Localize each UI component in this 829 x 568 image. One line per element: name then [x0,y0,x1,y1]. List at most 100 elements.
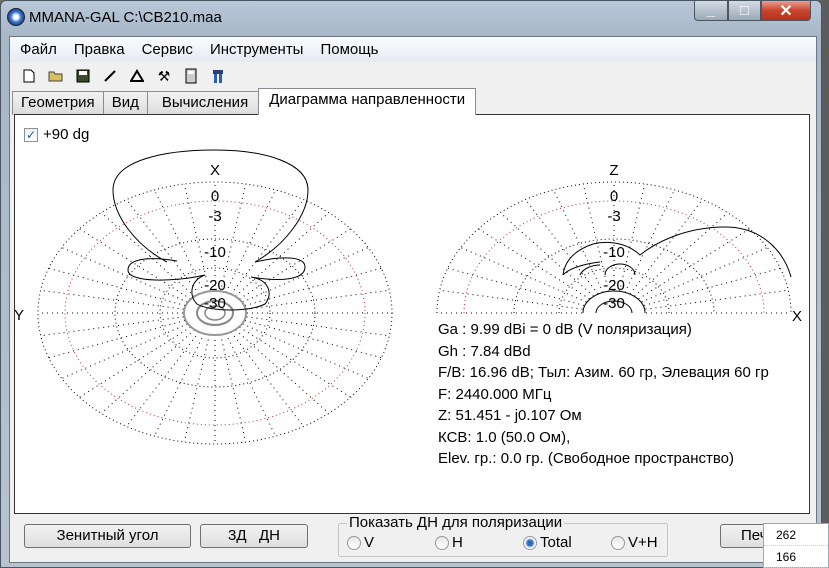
grid-radial-line [48,320,186,359]
grid-radial-line [582,183,609,292]
minimize-button[interactable]: _ [694,1,728,21]
grid-radial-line [230,331,304,427]
toolbar: ⚒ [10,64,227,88]
info-elevation: Elev. гр.: 0.0 гр. (Свободное пространст… [438,450,735,467]
grid-radial-line [61,247,188,303]
radio-total[interactable]: Total [523,534,572,551]
tab-view[interactable]: Вид [102,91,148,115]
grid-radial-line [499,212,594,297]
close-button[interactable]: ✕ [761,1,811,21]
axis-label-top: Z [609,162,618,179]
client-area: Файл Правка Сервис Инструменты Помощь ⚒ … [9,36,817,563]
grid-radial-line [629,199,703,295]
grid-radial-line [100,212,195,297]
ring-label: -3 [607,208,620,225]
info-gain-dbd: Gh : 7.84 dBd [438,342,531,360]
grid-radial-line [242,247,369,303]
ring-label: -10 [603,244,625,261]
save-icon[interactable] [74,67,92,85]
grid-radial-line [40,289,184,310]
grid-radial-line [230,199,304,295]
line-icon[interactable] [101,67,119,85]
ring-label: -20 [603,277,625,294]
grid-radial-line [235,329,330,414]
grid-radial-line [79,326,191,398]
grid-radial-line [225,333,276,437]
app-icon [7,8,25,26]
grid-radial-line [478,228,590,300]
menu-service[interactable]: Сервис [142,41,193,58]
info-gain-dbi: Ga : 9.99 dBi = 0 dB (V поляризация) [438,321,692,338]
menu-edit[interactable]: Правка [74,41,125,58]
grid-radial-line [40,316,184,337]
grid-radial-line [634,212,729,297]
grid-radial-line [79,228,191,300]
menu-tools[interactable]: Инструменты [210,41,304,58]
axis-label-right: X [792,308,802,325]
calculator-icon[interactable] [182,67,200,85]
ring-label: 0 [211,188,219,205]
grid-radial-line [235,212,330,297]
grid-radial-line [100,329,195,414]
grid-radial-line [641,247,768,303]
3d-pattern-button[interactable]: 3Д ДН [200,524,308,548]
info-frequency: F: 2440.000 МГц [438,385,552,403]
axis-label-left: Y [15,307,24,324]
grid-radial-line [220,183,247,292]
menu-file[interactable]: Файл [20,41,57,58]
tab-calculation[interactable]: Вычисления [146,91,260,115]
grid-radial-line [242,323,369,379]
grid-radial-line [239,326,351,398]
ring-label: -30 [603,295,625,312]
open-folder-icon[interactable] [47,67,65,85]
radio-h[interactable]: H [435,534,463,551]
app-window: MMANA-GAL C:\CB210.maa _ □ ✕ Файл Правка… [0,0,822,568]
grid-radial-line [624,189,675,293]
maximize-button[interactable]: □ [728,1,761,21]
menu-bar: Файл Правка Сервис Инструменты Помощь [10,37,816,62]
grid-radial-line [619,183,646,292]
export-icon[interactable] [209,67,227,85]
grid-radial-line [61,323,188,379]
grid-radial-line [638,228,750,300]
grid-radial-line [220,334,247,443]
grid-radial-line [439,289,583,310]
grid-radial-line [126,331,200,427]
grid-radial-line [645,289,789,310]
triangle-icon[interactable] [128,67,146,85]
polarization-group: Показать ДН для поляризации V H Total V+… [338,514,668,557]
tab-geometry[interactable]: Геометрия [12,91,104,115]
grid-radial-line [244,320,382,359]
window-title: MMANA-GAL C:\CB210.maa [29,9,222,26]
grid-radial-line [246,316,390,337]
axis-label-top: X [210,162,220,179]
new-file-icon[interactable] [20,67,38,85]
polarization-title: Показать ДН для поляризации [347,514,565,531]
popup-value: 262 [764,524,828,546]
overlay-popup: 262 166 [763,523,829,568]
tools-icon[interactable]: ⚒ [155,67,173,85]
horizontal-pattern-chart: 0-3-10-20-30XY [15,162,393,445]
grid-radial-line [239,228,351,300]
grid-radial-line [553,189,604,293]
tab-bar: Геометрия Вид Вычисления Диаграмма напра… [12,88,477,115]
antenna-info: Ga : 9.99 dBi = 0 dB (V поляризация) Gh … [438,319,769,470]
grid-radial-line [643,267,781,306]
tab-pattern[interactable]: Диаграмма направленности [258,88,477,115]
grid-radial-line [154,333,205,437]
menu-help[interactable]: Помощь [320,41,378,58]
info-front-back: F/B: 16.96 dB; Тыл: Азим. 60 гр, Элеваци… [438,364,769,381]
grid-radial-line [183,183,210,292]
popup-value: 166 [764,546,828,568]
radio-v-plus-h[interactable]: V+H [611,534,658,551]
ring-label: -10 [204,244,226,261]
ring-label: -20 [204,277,226,294]
zenith-angle-button[interactable]: Зенитный угол [24,524,191,548]
grid-radial-line [460,247,587,303]
info-impedance: Z: 51.451 - j0.107 Ом [438,407,582,424]
info-swr: КСВ: 1.0 (50.0 Ом), [438,428,571,446]
ring-label: 0 [610,188,618,205]
radio-v[interactable]: V [347,534,374,551]
pattern-panel: ✓ +90 dg 0 -3 -10 -20 -30 X Y 0 -3 -10 -20 -30 Z X G… [14,114,810,514]
ring-label: -3 [208,208,221,225]
